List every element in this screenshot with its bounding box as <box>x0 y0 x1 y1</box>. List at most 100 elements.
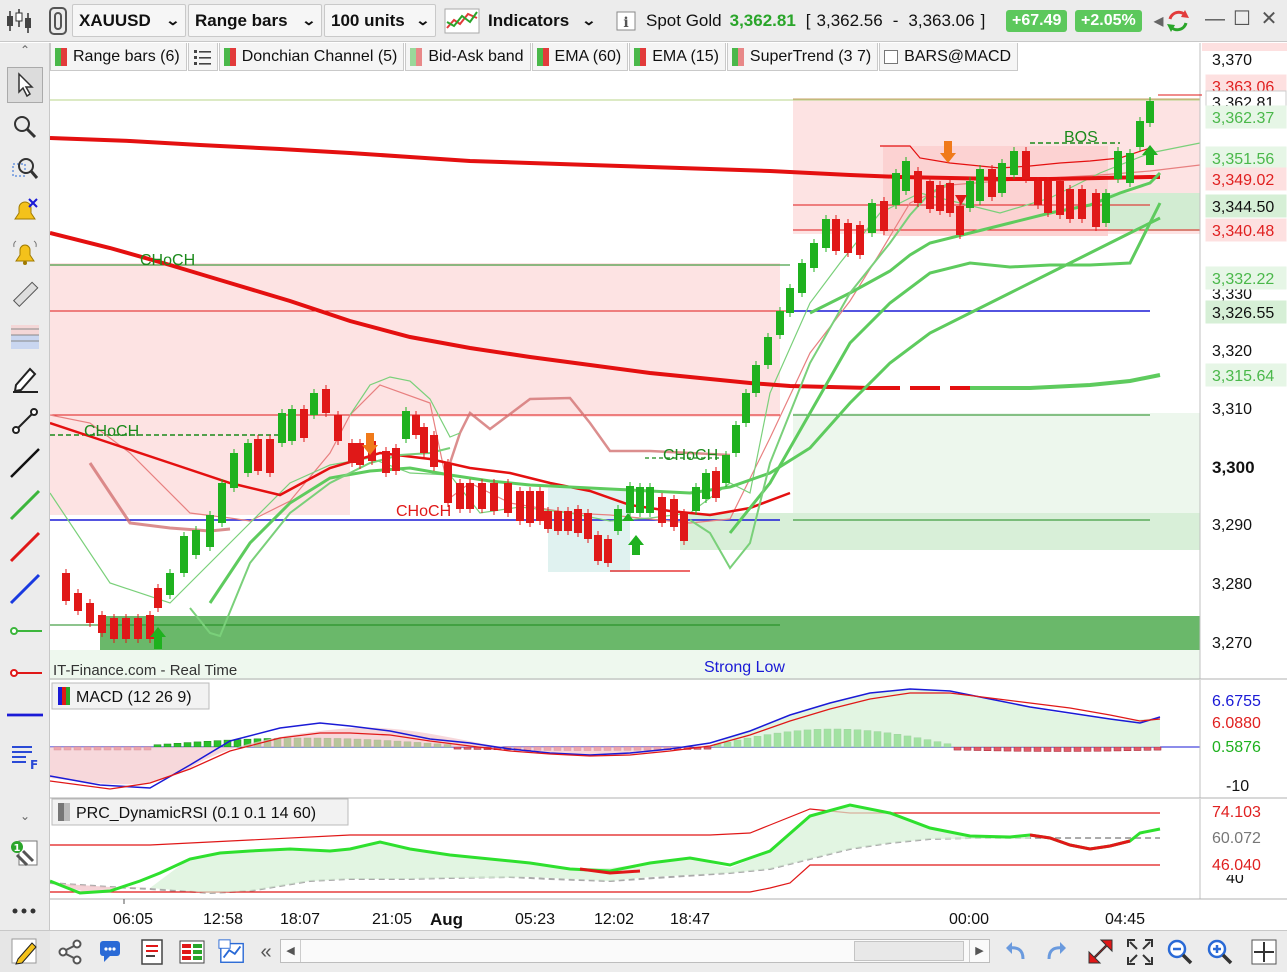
price-panel[interactable]: CHoCH CHoCH CHoCH CHoCH BOS Strong Low I… <box>50 43 1287 680</box>
auto-scale-icon[interactable] <box>1086 938 1114 966</box>
bear-candle <box>926 181 934 209</box>
macd-axis-tick: -10 <box>1226 778 1249 795</box>
bear-candle <box>110 618 118 639</box>
bull-candle <box>626 486 634 513</box>
histogram-bar-positive <box>213 740 222 748</box>
zoom-out-icon[interactable] <box>1166 938 1194 966</box>
buy-arrow-icon <box>628 535 644 555</box>
bull-candle <box>776 311 784 335</box>
fit-screen-icon[interactable] <box>1126 938 1154 966</box>
ruler-icon[interactable] <box>7 277 43 313</box>
price-tag-label: 3,315.64 <box>1212 368 1274 385</box>
bear-candle <box>504 483 512 513</box>
chat-icon[interactable] <box>98 938 126 966</box>
bear-candle <box>554 511 562 531</box>
time-scrollbar[interactable]: ◀ ▶ <box>280 939 990 963</box>
bull-candle <box>966 181 974 208</box>
bar-type-label: Range bars <box>195 10 288 30</box>
collapse-down-icon[interactable]: ⌄ <box>4 809 46 825</box>
info-icon[interactable]: i <box>616 4 640 37</box>
scroll-left-fast-icon[interactable]: « <box>252 938 280 966</box>
chart-area[interactable]: CHoCH CHoCH CHoCH CHoCH BOS Strong Low I… <box>50 43 1287 930</box>
price-axis-top-band <box>1202 43 1287 51</box>
scroll-left-icon[interactable]: ◀ <box>1154 4 1163 37</box>
time-tick: 18:47 <box>670 911 710 928</box>
pencil-icon[interactable] <box>7 361 43 397</box>
line-red-icon[interactable] <box>7 529 43 565</box>
bull-candle <box>810 243 818 268</box>
time-axis[interactable]: 06:05 12:58 18:07 21:05 Aug 05:23 12:02 … <box>113 899 1145 929</box>
price-tick: 3,300 <box>1212 458 1255 477</box>
line-black-icon[interactable] <box>7 445 43 481</box>
alert-remove-icon[interactable] <box>7 193 43 229</box>
close-icon[interactable]: ✕ <box>1256 6 1282 32</box>
histogram-bar-positive <box>233 739 242 748</box>
histogram-bar-negative <box>1133 746 1142 751</box>
bear-candle <box>544 511 552 529</box>
bar-type-dropdown[interactable]: Range bars ⌄ <box>188 4 322 37</box>
tools-settings-icon[interactable]: 1 <box>7 835 43 871</box>
bear-candle <box>1022 151 1030 179</box>
bear-candle <box>526 491 534 523</box>
crosshair-icon[interactable] <box>1250 938 1278 966</box>
strong-low-zone <box>100 616 1200 650</box>
price-tag-label: 3,332.22 <box>1212 271 1274 288</box>
bid-ask-close-bracket: ] <box>980 10 986 30</box>
undo-icon[interactable] <box>1002 938 1030 966</box>
horizontal-line-blue-icon[interactable] <box>7 697 43 733</box>
text-format-icon[interactable]: F <box>7 739 43 775</box>
last-price: 3,362.81 <box>729 10 796 30</box>
zoom-tool-icon[interactable] <box>7 109 43 145</box>
bull-candle <box>180 536 188 573</box>
fibonacci-icon[interactable] <box>7 319 43 355</box>
line-blue-icon[interactable] <box>7 571 43 607</box>
symbol-dropdown[interactable]: XAUUSD ⌄ <box>72 4 186 37</box>
bear-candle <box>1056 181 1064 215</box>
redo-icon[interactable] <box>1042 938 1070 966</box>
histogram-bar-negative <box>453 746 462 750</box>
scrollbar-thumb[interactable] <box>854 941 964 961</box>
price-tick: 3,370 <box>1212 52 1252 69</box>
chevron-down-icon: ⌄ <box>415 12 431 28</box>
draw-mode-icon[interactable] <box>0 931 50 972</box>
maximize-icon[interactable]: ☐ <box>1229 6 1255 32</box>
chevron-down-icon: ⌄ <box>165 12 181 28</box>
horizontal-ray-green-icon[interactable] <box>7 613 43 649</box>
share-icon[interactable] <box>56 938 84 966</box>
alert-bell-icon[interactable] <box>7 235 43 271</box>
order-book-icon[interactable] <box>178 938 206 966</box>
chart-type-icon[interactable] <box>4 4 38 37</box>
segment-tool-icon[interactable] <box>7 403 43 439</box>
line-green-icon[interactable] <box>7 487 43 523</box>
link-icon[interactable] <box>46 4 74 37</box>
scroll-left-icon[interactable]: ◀ <box>281 940 301 962</box>
zoom-area-icon[interactable] <box>7 151 43 187</box>
pointer-tool-icon[interactable] <box>7 67 43 103</box>
collapse-up-icon[interactable]: ⌃ <box>4 43 46 59</box>
units-dropdown[interactable]: 100 units ⌄ <box>324 4 436 37</box>
more-options-icon[interactable] <box>7 893 43 929</box>
value-tag-label: 60.072 <box>1212 830 1261 847</box>
macd-panel[interactable]: -10 6.6755 6.0880 0.5876 <box>50 680 1287 798</box>
new-chart-icon[interactable] <box>218 938 246 966</box>
zoom-in-icon[interactable] <box>1206 938 1234 966</box>
report-icon[interactable] <box>138 938 166 966</box>
histogram-bar-negative <box>1053 746 1062 752</box>
minimize-icon[interactable]: — <box>1202 6 1228 32</box>
scroll-right-icon[interactable]: ▶ <box>969 940 989 962</box>
histogram-bar-negative <box>1023 746 1032 752</box>
indicators-button[interactable]: Indicators ⌄ <box>444 4 604 37</box>
bear-candle <box>334 415 342 441</box>
rsi-title[interactable]: PRC_DynamicRSI (0.1 0.1 14 60) <box>51 798 349 826</box>
refresh-icon[interactable] <box>1164 4 1194 37</box>
bear-candle <box>490 483 498 511</box>
macd-title[interactable]: MACD (12 26 9) <box>51 682 210 710</box>
histogram-bar-positive <box>153 744 162 748</box>
svg-text:1: 1 <box>14 843 21 854</box>
bear-candle <box>516 491 524 521</box>
horizontal-ray-red-icon[interactable] <box>7 655 43 691</box>
bull-candle <box>206 515 214 547</box>
bear-candle <box>444 463 452 503</box>
histogram-bar-negative <box>1103 746 1112 752</box>
time-tick: 05:23 <box>515 911 555 928</box>
